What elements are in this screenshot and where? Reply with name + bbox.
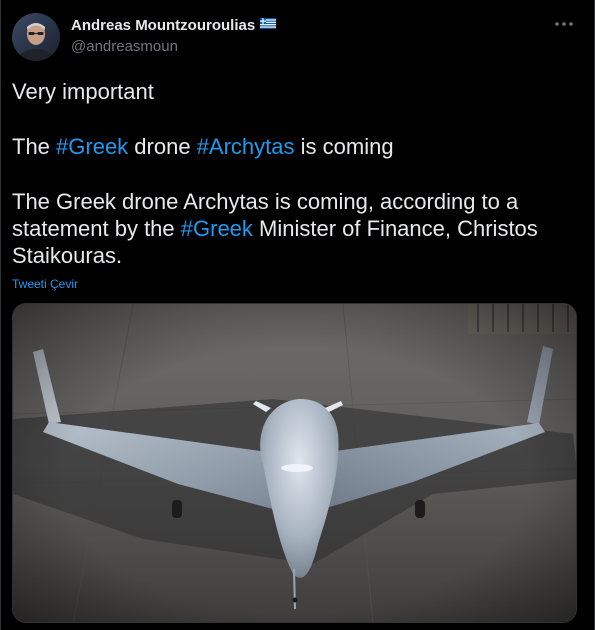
tweet-text-segment: drone	[128, 134, 197, 159]
author-display-name[interactable]: Andreas Mountzouroulias	[71, 17, 255, 34]
drone-photo	[13, 304, 576, 622]
tweet-line-1: Very important	[12, 79, 154, 104]
tweet-line-3: The Greek drone Archytas is coming, acco…	[12, 188, 582, 269]
author-name-row[interactable]: Andreas Mountzouroulias	[71, 16, 277, 34]
tweet: Andreas Mountzouroulias @andreasmoun Ver…	[0, 0, 595, 630]
tweet-text-segment: is coming	[294, 134, 394, 159]
translate-tweet-link[interactable]: Tweeti Çevir	[12, 277, 78, 291]
hashtag-greek-link[interactable]: #Greek	[56, 134, 128, 159]
hashtag-greek-link[interactable]: #Greek	[181, 216, 253, 241]
author-handle[interactable]: @andreasmoun	[71, 38, 276, 55]
greece-flag-icon	[260, 16, 277, 34]
tweet-media-image[interactable]	[12, 303, 577, 623]
hashtag-archytas-link[interactable]: #Archytas	[197, 134, 295, 159]
author-block: Andreas Mountzouroulias @andreasmoun	[71, 16, 277, 55]
tweet-text-segment: The	[12, 134, 57, 159]
more-horizontal-icon[interactable]	[552, 14, 576, 34]
avatar[interactable]	[12, 13, 60, 61]
tweet-text: Very important The #Greek drone #Archyta…	[12, 78, 582, 269]
tweet-line-2: The #Greek drone #Archytas is coming	[12, 133, 582, 160]
